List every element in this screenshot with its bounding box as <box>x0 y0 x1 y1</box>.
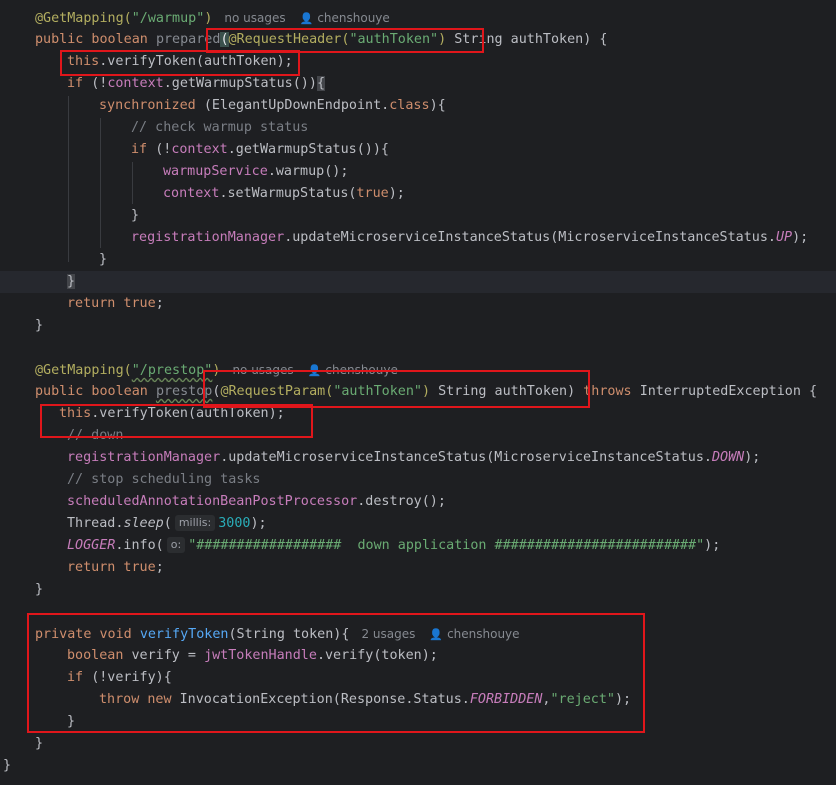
comment: // check warmup status <box>131 120 309 135</box>
code-line: } <box>3 758 12 773</box>
highlight-box-verify-token-warmup <box>60 50 300 76</box>
code-line: } <box>99 252 108 267</box>
code-line: // stop scheduling tasks <box>67 469 260 491</box>
indent-guide <box>132 162 133 204</box>
prestop-path: "/prestop" <box>131 363 213 378</box>
highlight-box-verify-token-method <box>27 613 645 733</box>
code-line: } <box>35 736 44 751</box>
code-line: registrationManager.updateMicroserviceIn… <box>67 450 761 465</box>
code-line: LOGGER.info(o: "################## down a… <box>67 537 721 553</box>
usages-label[interactable]: no usages <box>224 11 285 25</box>
comment: // stop scheduling tasks <box>67 472 261 487</box>
code-line: synchronized (ElegantUpDownEndpoint.clas… <box>99 98 446 113</box>
author-label[interactable]: chenshouye <box>317 11 389 25</box>
code-line: scheduledAnnotationBeanPostProcessor.des… <box>67 494 446 509</box>
code-editor[interactable]: @GetMapping("/warmup") no usages 👤 chenshou… <box>0 0 836 785</box>
warmup-path: "/warmup" <box>131 11 205 26</box>
indent-guide <box>100 118 101 248</box>
code-line: // check warmup status <box>131 117 308 139</box>
code-line: } <box>35 318 44 333</box>
code-line: return true; <box>67 296 164 311</box>
current-line-highlight <box>0 271 836 293</box>
code-line: } <box>131 208 140 223</box>
code-line: registrationManager.updateMicroserviceIn… <box>131 230 809 245</box>
logger-message: "################## down application ###… <box>188 538 705 553</box>
user-icon: 👤 <box>299 12 314 25</box>
code-line: } <box>35 582 44 597</box>
code-line: } <box>67 274 76 289</box>
code-line: context.setWarmupStatus(true); <box>163 186 405 201</box>
highlight-box-verify-token-prestop <box>40 404 313 438</box>
code-line: Thread.sleep(millis: 3000); <box>67 515 267 531</box>
code-line: return true; <box>67 560 164 575</box>
code-line: if (!context.getWarmupStatus()){ <box>67 76 325 91</box>
code-line: @GetMapping("/warmup") no usages 👤 chenshou… <box>35 7 390 29</box>
param-hint: o: <box>166 537 186 553</box>
param-hint: millis: <box>174 515 216 531</box>
highlight-box-request-param <box>203 370 590 408</box>
indent-guide <box>68 96 69 262</box>
code-line: warmupService.warmup(); <box>163 164 349 179</box>
code-line: if (!context.getWarmupStatus()){ <box>131 142 389 157</box>
